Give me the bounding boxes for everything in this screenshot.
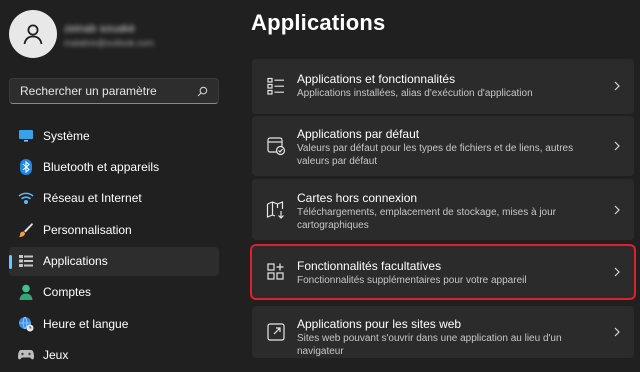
card-title: Applications pour les sites web xyxy=(297,317,462,331)
sidebar-item-comptes[interactable]: Comptes xyxy=(9,278,219,307)
card-title: Applications et fonctionnalités xyxy=(297,72,456,86)
card-description: Applications installées, alias d'exécuti… xyxy=(297,88,533,99)
card-fonctionnalites-facultatives[interactable]: Fonctionnalités facultatives Fonctionnal… xyxy=(250,244,636,300)
gamepad-icon xyxy=(18,347,34,363)
sidebar-nav: Système Bluetooth et appareils Réseau et… xyxy=(9,121,219,372)
sidebar-item-label: Réseau et Internet xyxy=(43,191,142,206)
apps-icon xyxy=(18,253,34,269)
avatar[interactable] xyxy=(9,10,57,58)
user-name: zeinab souaké xyxy=(64,23,135,35)
monitor-icon xyxy=(18,128,34,144)
default-apps-icon xyxy=(266,136,286,156)
sidebar-item-label: Comptes xyxy=(43,285,92,300)
open-link-icon xyxy=(266,322,286,342)
card-cartes-hors-connexion[interactable]: Cartes hors connexion Téléchargements, e… xyxy=(252,179,634,240)
chevron-right-icon xyxy=(614,205,620,215)
brush-icon xyxy=(18,222,34,238)
sidebar-item-applications[interactable]: Applications xyxy=(9,246,219,276)
sidebar-item-heure-langue[interactable]: Heure et langue xyxy=(9,309,219,338)
card-description: Sites web pouvant s'ouvrir dans une appl… xyxy=(297,333,562,357)
sidebar-item-label: Bluetooth et appareils xyxy=(43,159,160,174)
sidebar-item-systeme[interactable]: Système xyxy=(9,121,219,150)
chevron-right-icon xyxy=(614,81,620,91)
search-icon[interactable] xyxy=(197,86,208,97)
card-applications-fonctionnalites[interactable]: Applications et fonctionnalités Applicat… xyxy=(252,59,634,114)
card-title: Cartes hors connexion xyxy=(297,191,418,205)
sidebar-item-label: Personnalisation xyxy=(43,222,132,237)
card-title: Fonctionnalités facultatives xyxy=(297,259,442,273)
chevron-right-icon xyxy=(614,327,620,337)
chevron-right-icon xyxy=(614,267,620,277)
search-box xyxy=(9,78,219,104)
sidebar-item-bluetooth[interactable]: Bluetooth et appareils xyxy=(9,152,219,181)
search-input[interactable] xyxy=(20,84,197,98)
offline-map-icon xyxy=(266,200,286,220)
sidebar-item-jeux[interactable]: Jeux xyxy=(9,341,219,370)
bluetooth-icon xyxy=(18,158,34,175)
apps-list-icon xyxy=(266,76,286,96)
globe-clock-icon xyxy=(18,316,34,332)
card-applications-par-defaut[interactable]: Applications par défaut Valeurs par défa… xyxy=(252,116,634,176)
sidebar-item-label: Applications xyxy=(43,254,108,269)
page-title: Applications xyxy=(251,10,386,35)
sidebar-item-label: Jeux xyxy=(43,348,69,363)
card-description: Valeurs par défaut pour les types de fic… xyxy=(297,143,574,167)
sidebar-item-label: Heure et langue xyxy=(43,316,129,331)
card-title: Applications par défaut xyxy=(297,127,420,141)
card-description: Fonctionnalités supplémentaires pour vot… xyxy=(297,275,527,286)
person-icon xyxy=(23,24,43,45)
card-description: Téléchargements, emplacement de stockage… xyxy=(297,207,557,231)
chevron-right-icon xyxy=(614,141,620,151)
user-email: malabre@outlook.com xyxy=(64,38,155,48)
card-applications-sites-web[interactable]: Applications pour les sites web Sites we… xyxy=(252,306,634,358)
sidebar: zeinab souaké malabre@outlook.com Systèm… xyxy=(0,0,230,367)
sidebar-item-label: Système xyxy=(43,128,90,143)
sidebar-item-reseau[interactable]: Réseau et Internet xyxy=(9,184,219,213)
optional-features-icon xyxy=(266,262,286,282)
wifi-icon xyxy=(18,190,34,206)
sidebar-item-personnalisation[interactable]: Personnalisation xyxy=(9,215,219,244)
person-icon xyxy=(18,284,34,301)
selection-indicator xyxy=(9,254,12,269)
main-content: Applications Applications et fonctionnal… xyxy=(230,0,640,367)
